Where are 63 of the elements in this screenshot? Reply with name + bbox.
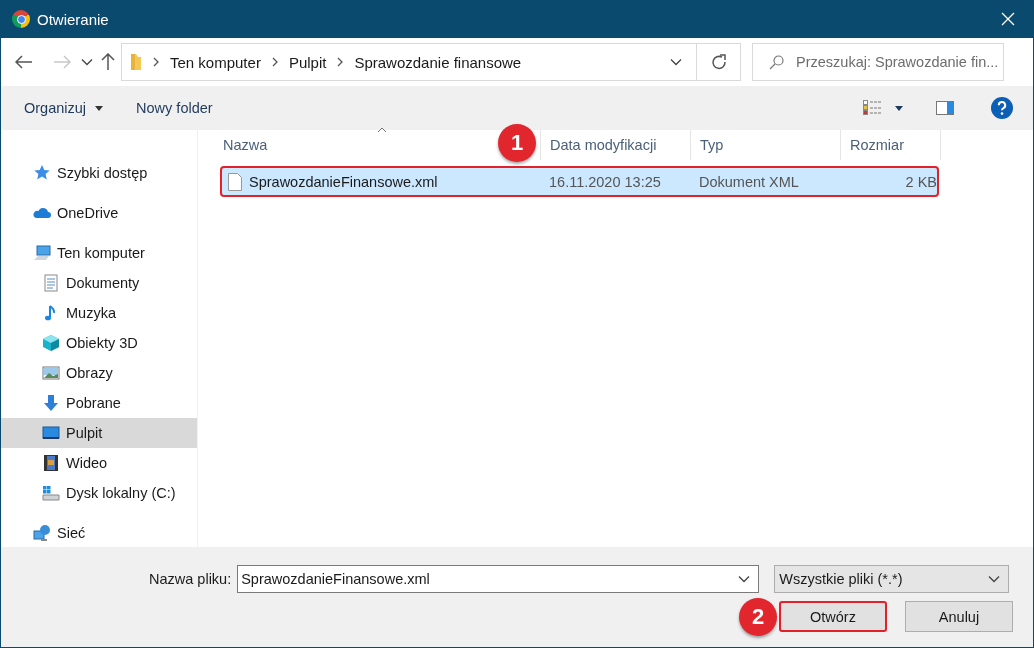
table-cell: 16.11.2020 13:25	[549, 173, 661, 190]
breadcrumb[interactable]: Ten komputer	[170, 53, 261, 71]
sidebar-item[interactable]: Sieć	[1, 518, 197, 548]
sidebar-item[interactable]: Pobrane	[1, 388, 197, 418]
computer-icon	[33, 244, 51, 262]
folder-icon	[130, 53, 142, 71]
preview-pane-icon[interactable]	[936, 101, 954, 115]
browser-logo-icon	[12, 10, 30, 28]
network-icon	[33, 524, 51, 542]
sidebar-item[interactable]: Obrazy	[1, 358, 197, 388]
cube-icon	[42, 334, 60, 352]
search-icon	[769, 54, 784, 70]
help-icon[interactable]	[991, 97, 1013, 119]
download-arrow-icon	[42, 394, 60, 412]
sidebar-item[interactable]: Dysk lokalny (C:)	[1, 478, 197, 508]
refresh-icon	[710, 54, 727, 70]
view-list-icon[interactable]	[863, 100, 883, 116]
file-type-dropdown[interactable]: Wszystkie pliki (*.*)	[774, 565, 1010, 593]
step-badge: 2	[739, 598, 777, 636]
chevron-icon	[152, 57, 160, 67]
breadcrumb[interactable]: Pulpit	[288, 53, 327, 71]
drive-icon	[42, 484, 60, 502]
column-header[interactable]: Typ	[691, 130, 841, 160]
column-header[interactable]: Data modyfikacji	[541, 130, 691, 160]
sidebar-item[interactable]: Wideo	[1, 448, 197, 478]
back-arrow-icon[interactable]	[15, 55, 33, 69]
desktop-icon	[42, 424, 60, 442]
address-bar[interactable]: Ten komputer Pulpit Sprawozdanie finansowe	[121, 43, 697, 81]
new-folder-button[interactable]: Nowy folder	[136, 100, 213, 116]
table-cell: 2 KB	[905, 173, 937, 190]
dialog-button[interactable]: Otwórz	[779, 601, 887, 632]
file-row[interactable]: SprawozdanieFinansowe.xml 16.11.2020 13:25 Dokument XML 2 KB	[220, 166, 939, 197]
chevron-icon	[336, 57, 345, 67]
window-title: Otwieranie	[37, 10, 110, 28]
sidebar-item[interactable]: Dokumenty	[1, 268, 197, 298]
file-icon	[228, 172, 242, 191]
sidebar-item[interactable]: Pulpit	[1, 418, 197, 448]
sidebar-item[interactable]: Szybki dostęp	[1, 158, 197, 188]
table-cell: SprawozdanieFinansowe.xml	[249, 173, 438, 190]
chevron-icon	[270, 57, 279, 67]
refresh-button[interactable]	[697, 43, 741, 81]
recent-locations-icon[interactable]	[81, 58, 93, 66]
chevron-down-icon[interactable]	[670, 58, 682, 66]
sidebar-item[interactable]: Muzyka	[1, 298, 197, 328]
close-icon[interactable]	[1001, 12, 1015, 26]
search-field[interactable]: Przeszukaj: Sprawozdanie fin...	[752, 43, 1004, 81]
table-cell: Dokument XML	[699, 173, 799, 190]
breadcrumb[interactable]: Sprawozdanie finansowe	[354, 53, 522, 71]
star-icon	[33, 164, 51, 182]
sidebar-item[interactable]: Ten komputer	[1, 238, 197, 268]
up-arrow-icon[interactable]	[101, 53, 115, 71]
image-icon	[42, 364, 60, 382]
column-header[interactable]: Rozmiar	[841, 130, 941, 160]
sidebar-item[interactable]: OneDrive	[1, 198, 197, 228]
dialog-button[interactable]: Anuluj	[905, 601, 1013, 632]
caret-icon[interactable]	[895, 105, 903, 111]
sidebar-item[interactable]: Obiekty 3D	[1, 328, 197, 358]
filename-label: Nazwa pliku:	[149, 571, 232, 587]
film-icon	[42, 454, 60, 472]
caret-icon	[95, 105, 104, 111]
document-icon	[42, 274, 60, 292]
organize-menu[interactable]: Organizuj	[24, 100, 104, 116]
step-badge: 1	[498, 124, 536, 162]
